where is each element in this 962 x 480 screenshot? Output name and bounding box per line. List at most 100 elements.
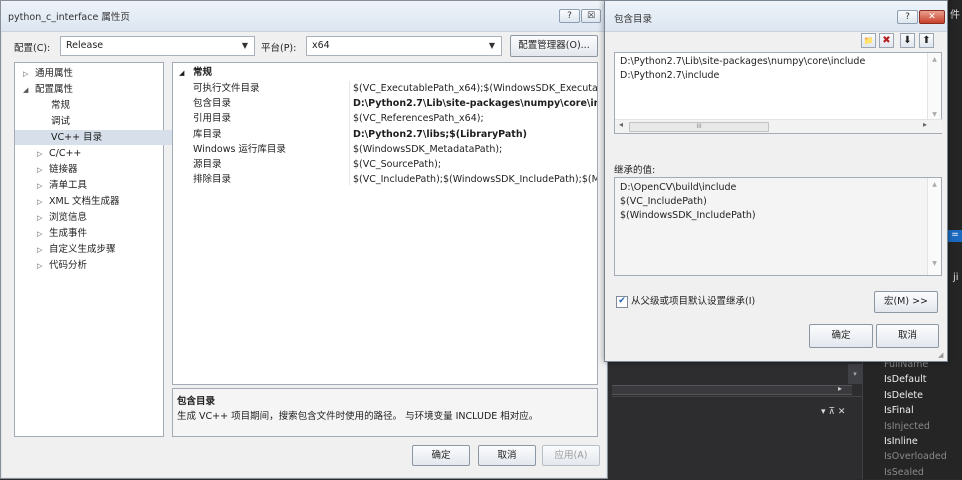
tree-item-label: VC++ 目录 (51, 132, 103, 143)
checkbox-icon[interactable]: ✔ (616, 295, 628, 308)
include-entries-list[interactable]: ▲ ▼ ◂ III ▸ D:\Python2.7\Lib\site-package… (614, 52, 943, 134)
tree-item-label: 通用属性 (35, 68, 74, 79)
collapse-icon[interactable]: ◢ (23, 83, 35, 98)
expand-icon[interactable]: ▷ (37, 163, 49, 178)
include-entry[interactable]: D:\Python2.7\Lib\site-packages\numpy\cor… (620, 55, 865, 69)
property-value[interactable]: D:\Python2.7\Lib\site-packages\numpy\cor… (353, 96, 597, 112)
property-row[interactable]: 排除目录 $(VC_IncludePath);$(WindowsSDK_Inclu… (173, 172, 597, 188)
property-value[interactable]: $(VC_IncludePath);$(WindowsSDK_IncludePa… (353, 172, 597, 188)
tree-item[interactable]: ◢ 配置属性 (15, 82, 163, 97)
ide-member-item[interactable]: IsInjected (862, 419, 962, 434)
grid-section-header[interactable]: ◢ 常规 (173, 65, 597, 81)
inherited-values-list: ▲ ▼ D:\OpenCV\build\include $(VC_IncludePa… (614, 177, 942, 276)
move-down-icon[interactable]: ⬇ (900, 33, 915, 48)
scroll-left-icon[interactable]: ◂ (619, 120, 623, 129)
property-value[interactable]: $(WindowsSDK_MetadataPath); (353, 142, 597, 158)
config-select[interactable]: Release ▼ (60, 36, 255, 56)
property-row[interactable]: 可执行文件目录 $(VC_ExecutablePath_x64);$(Window… (173, 81, 597, 97)
property-row[interactable]: 引用目录 $(VC_ReferencesPath_x64); (173, 111, 597, 127)
tree-item[interactable]: ▷ C/C++ (15, 146, 177, 161)
close-button[interactable]: ✕ (919, 10, 945, 24)
tree-item[interactable]: ▷ 代码分析 (15, 258, 177, 273)
tree-item-label: 代码分析 (49, 260, 88, 271)
ide-dropdown-icon[interactable]: ▾ (848, 364, 862, 384)
close-button[interactable]: ☒ (581, 9, 601, 23)
help-button[interactable]: ? (897, 10, 918, 24)
description-text: 生成 VC++ 项目期间，搜索包含文件时使用的路径。 与环境变量 INCLUDE… (177, 411, 539, 422)
include-entry[interactable]: D:\Python2.7\include (620, 69, 719, 83)
ide-scrollbar[interactable] (612, 385, 852, 395)
property-grid: ◢ 常规 可执行文件目录 $(VC_ExecutablePath_x64);$(W… (172, 62, 598, 385)
scroll-right-icon[interactable]: ▸ (838, 384, 842, 393)
config-label: 配置(C): (14, 43, 51, 54)
expand-icon[interactable]: ▷ (37, 195, 49, 210)
property-row[interactable]: 源目录 $(VC_SourcePath); (173, 157, 597, 173)
scroll-thumb[interactable]: III (629, 122, 769, 132)
platform-select[interactable]: x64 ▼ (306, 36, 502, 56)
expand-icon[interactable]: ▷ (37, 179, 49, 194)
expand-icon[interactable]: ▷ (37, 259, 49, 274)
include-directories-dialog: 包含目录 ? ✕ 📁 ✖ ⬇ ⬆ ▲ ▼ ◂ III ▸ D:\Python2.7… (604, 0, 948, 362)
window-title: python_c_interface 属性页 (8, 12, 130, 23)
tree-item[interactable]: 调试 (15, 114, 191, 129)
tree-item-label: C/C++ (49, 148, 82, 159)
ide-member-item[interactable]: IsSealed (862, 465, 962, 480)
cancel-button[interactable]: 取消 (876, 324, 939, 348)
pin-close-icons[interactable]: ▾ ⊼ ✕ (821, 407, 845, 417)
ok-button[interactable]: 确定 (412, 445, 470, 466)
ide-member-item[interactable]: IsInline (862, 434, 962, 449)
expand-icon[interactable]: ▷ (37, 243, 49, 258)
tree-item[interactable]: ▷ 生成事件 (15, 226, 177, 241)
category-tree[interactable]: ▷ 通用属性 ◢ 配置属性 常规 调试 VC++ 目录 ▷ C/C++ ▷ 链接器 ▷ 清单工具 ▷ XML… (14, 62, 199, 437)
tree-item[interactable]: ▷ 浏览信息 (15, 210, 177, 225)
property-value[interactable]: $(VC_ReferencesPath_x64); (353, 111, 597, 127)
ide-edge-selection: = (948, 230, 962, 242)
property-value[interactable]: D:\Python2.7\libs;$(LibraryPath) (353, 127, 597, 143)
property-name: Windows 运行库目录 (193, 143, 286, 155)
tree-item[interactable]: ▷ 通用属性 (15, 66, 163, 81)
property-name: 源目录 (193, 159, 222, 170)
delete-icon[interactable]: ✖ (879, 33, 894, 48)
ide-member-item[interactable]: IsFinal (862, 403, 962, 418)
tree-item-label: 浏览信息 (49, 212, 88, 223)
tree-item-label: 清单工具 (49, 180, 88, 191)
ide-member-item[interactable]: IsDelete (862, 388, 962, 403)
macros-button[interactable]: 宏(M) >> (874, 291, 938, 313)
resize-grip-icon[interactable]: ◢ (938, 351, 943, 359)
tree-item[interactable]: ▷ 清单工具 (15, 178, 177, 193)
vertical-scrollbar[interactable]: ▲ ▼ (927, 53, 941, 122)
expand-icon[interactable]: ▷ (37, 211, 49, 226)
horizontal-scrollbar[interactable]: ◂ III ▸ (615, 119, 943, 133)
property-value[interactable]: $(VC_SourcePath); (353, 157, 597, 173)
property-name: 包含目录 (193, 98, 232, 110)
move-up-icon[interactable]: ⬆ (919, 33, 934, 48)
apply-button[interactable]: 应用(A) (542, 445, 600, 466)
inherited-entry: $(WindowsSDK_IncludePath) (620, 210, 756, 221)
config-manager-button[interactable]: 配置管理器(O)... (510, 35, 598, 57)
tree-item[interactable]: ▷ 自定义生成步骤 (15, 242, 177, 257)
tree-item[interactable]: ▷ 链接器 (15, 162, 177, 177)
collapse-icon: ◢ (179, 69, 185, 77)
expand-icon[interactable]: ▷ (37, 147, 49, 162)
ide-member-item[interactable]: IsOverloaded (862, 449, 962, 464)
tree-item-label: 调试 (51, 116, 71, 127)
inherit-checkbox[interactable]: ✔ 从父级或项目默认设置继承(I) (616, 293, 755, 308)
expand-icon[interactable]: ▷ (23, 67, 35, 82)
tree-item-label: XML 文档生成器 (49, 196, 120, 207)
tree-item[interactable]: 常规 (15, 98, 191, 113)
property-row[interactable]: 库目录 D:\Python2.7\libs;$(LibraryPath) (173, 127, 597, 143)
property-row[interactable]: Windows 运行库目录 $(WindowsSDK_MetadataPath); (173, 142, 597, 158)
property-value[interactable]: $(VC_ExecutablePath_x64);$(WindowsSDK_Ex… (353, 81, 597, 97)
expand-icon[interactable]: ▷ (37, 227, 49, 242)
tree-item[interactable]: ▷ XML 文档生成器 (15, 194, 177, 209)
scroll-right-icon[interactable]: ▸ (923, 120, 927, 129)
ok-button[interactable]: 确定 (809, 324, 873, 348)
property-row[interactable]: 包含目录 D:\Python2.7\Lib\site-packages\numpy… (173, 96, 597, 112)
property-name: 可执行文件目录 (193, 83, 260, 94)
help-button[interactable]: ? (559, 9, 580, 23)
cancel-button[interactable]: 取消 (478, 445, 536, 466)
new-folder-icon[interactable]: 📁 (861, 33, 876, 48)
vertical-scrollbar[interactable]: ▲ ▼ (927, 178, 941, 275)
ide-member-item[interactable]: IsDefault (862, 372, 962, 387)
inherited-entry: $(VC_IncludePath) (620, 196, 707, 207)
